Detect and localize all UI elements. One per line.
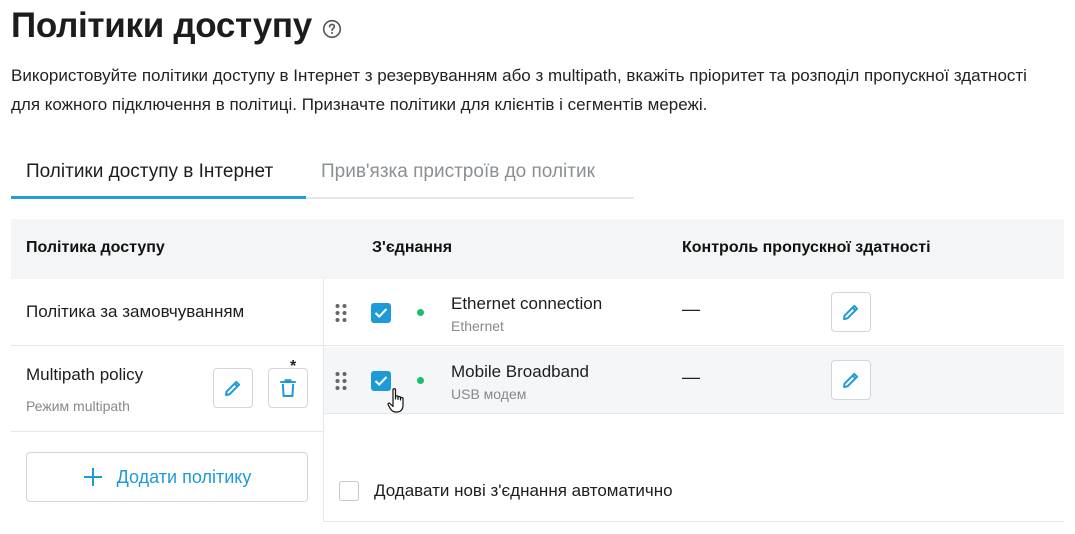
status-dot [417, 309, 424, 316]
page-title: Політики доступу [11, 6, 312, 45]
delete-policy-button[interactable] [268, 368, 308, 408]
status-dot [417, 377, 424, 384]
connection-type: Ethernet [451, 318, 504, 334]
column-header-policy: Політика доступу [26, 239, 165, 256]
page-description: Використовуйте політики доступу в Інтерн… [11, 66, 1027, 114]
check-icon [374, 375, 388, 387]
pencil-icon [841, 370, 861, 390]
column-header-connection: З'єднання [372, 239, 453, 256]
connection-type: USB модем [451, 386, 527, 402]
connection-name: Ethernet connection [451, 294, 603, 313]
tab-bar: Політики доступу в Інтернет Прив'язка пр… [11, 152, 634, 199]
table-bottom-border [324, 521, 1064, 522]
auto-add-checkbox[interactable] [339, 481, 359, 501]
page-header: Політики доступу [11, 6, 342, 46]
policy-list: Політика за замовчуванням Multipath poli… [11, 279, 323, 432]
help-icon[interactable] [322, 19, 342, 39]
trash-icon [279, 378, 297, 398]
tab-internet-policies[interactable]: Політики доступу в Інтернет [11, 152, 306, 199]
tab-device-binding[interactable]: Прив'язка пристроїв до політик [306, 152, 610, 199]
pencil-icon [223, 378, 243, 398]
add-policy-button[interactable]: Додати політику [26, 452, 308, 502]
connection-row-mobile[interactable]: Mobile Broadband USB модем — [324, 347, 1064, 414]
auto-add-label: Додавати нові з'єднання автоматично [374, 481, 673, 500]
check-icon [374, 307, 388, 319]
hand-cursor-icon [387, 387, 407, 415]
policy-name: Політика за замовчуванням [26, 302, 245, 321]
edit-bandwidth-button[interactable] [831, 292, 871, 332]
policy-mode: Режим multipath [26, 398, 130, 414]
policy-item-multipath[interactable]: Multipath policy Режим multipath [11, 346, 323, 432]
edit-policy-button[interactable] [213, 368, 253, 408]
policy-name: Multipath policy [26, 365, 144, 384]
bandwidth-value: — [682, 367, 700, 387]
edit-bandwidth-button[interactable] [831, 360, 871, 400]
connection-name: Mobile Broadband [451, 362, 589, 381]
connection-row-ethernet[interactable]: Ethernet connection Ethernet — [324, 279, 1064, 346]
unsaved-marker: * [290, 358, 297, 375]
drag-handle-icon[interactable] [335, 371, 347, 391]
add-policy-label: Додати політику [116, 466, 252, 487]
policy-item-default[interactable]: Політика за замовчуванням [11, 279, 323, 346]
table-header: Політика доступу З'єднання Контроль проп… [11, 219, 1064, 279]
plus-icon [83, 467, 103, 487]
bandwidth-value: — [682, 299, 700, 319]
column-header-bandwidth: Контроль пропускної здатності [682, 239, 931, 256]
connection-checkbox[interactable] [371, 303, 391, 323]
drag-handle-icon[interactable] [335, 303, 347, 323]
pencil-icon [841, 302, 861, 322]
